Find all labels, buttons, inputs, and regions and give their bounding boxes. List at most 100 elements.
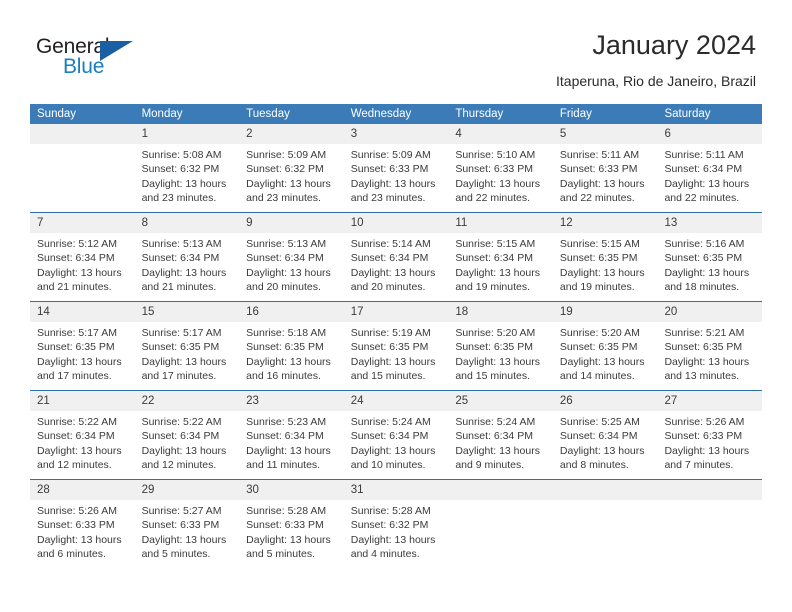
daylight-text-line2: and 18 minutes.: [664, 281, 740, 294]
day-cell[interactable]: Sunrise: 5:12 AM Sunset: 6:34 PM Daylight:…: [30, 233, 135, 301]
day-number[interactable]: 11: [448, 213, 553, 233]
day-number[interactable]: 1: [135, 124, 240, 144]
day-cell[interactable]: Sunrise: 5:19 AM Sunset: 6:35 PM Daylight:…: [344, 322, 449, 390]
day-number[interactable]: 10: [344, 213, 449, 233]
sunrise-text: Sunrise: 5:14 AM: [350, 238, 431, 250]
calendar-week-row: 1 2 3 4 5 6 Sunrise: 5:08 AM Sunset: 6:32 PM Day…: [30, 124, 762, 212]
day-number[interactable]: 22: [135, 391, 240, 411]
day-cell[interactable]: Sunrise: 5:16 AM Sunset: 6:35 PM Daylight:…: [657, 233, 762, 301]
day-number[interactable]: 16: [239, 302, 344, 322]
sunset-text: Sunset: 6:35 PM: [141, 341, 220, 354]
day-cell[interactable]: Sunrise: 5:17 AM Sunset: 6:35 PM Daylight:…: [135, 322, 240, 390]
sunset-text: Sunset: 6:33 PM: [664, 430, 743, 443]
day-cell[interactable]: Sunrise: 5:21 AM Sunset: 6:35 PM Daylight:…: [657, 322, 762, 390]
day-number[interactable]: 9: [239, 213, 344, 233]
daylight-text-line1: Daylight: 13 hours: [246, 177, 331, 190]
sunrise-text: Sunrise: 5:22 AM: [141, 416, 222, 428]
day-number[interactable]: 27: [657, 391, 762, 411]
location-subtitle: Itaperuna, Rio de Janeiro, Brazil: [556, 73, 756, 89]
day-cell[interactable]: Sunrise: 5:26 AM Sunset: 6:33 PM Daylight:…: [30, 500, 135, 572]
day-cell[interactable]: Sunrise: 5:28 AM Sunset: 6:33 PM Daylight:…: [239, 500, 344, 572]
day-number[interactable]: 6: [657, 124, 762, 144]
week-cell-contents: Sunrise: 5:22 AM Sunset: 6:34 PM Daylight:…: [30, 411, 762, 479]
daylight-text-line2: and 6 minutes.: [37, 548, 106, 561]
sunrise-text: Sunrise: 5:11 AM: [559, 149, 640, 161]
daylight-text-line1: Daylight: 13 hours: [350, 266, 436, 279]
day-cell[interactable]: Sunrise: 5:24 AM Sunset: 6:34 PM Daylight:…: [448, 411, 553, 479]
day-number[interactable]: 19: [553, 302, 658, 322]
day-number[interactable]: 4: [448, 124, 553, 144]
day-cell[interactable]: Sunrise: 5:13 AM Sunset: 6:34 PM Daylight:…: [239, 233, 344, 301]
day-number[interactable]: 12: [553, 213, 658, 233]
day-number[interactable]: 3: [344, 124, 449, 144]
day-cell[interactable]: Sunrise: 5:09 AM Sunset: 6:33 PM Daylight:…: [344, 144, 449, 212]
day-cell[interactable]: Sunrise: 5:17 AM Sunset: 6:35 PM Daylight:…: [30, 322, 135, 390]
day-cell[interactable]: Sunrise: 5:11 AM Sunset: 6:34 PM Daylight:…: [657, 144, 762, 212]
daylight-text-line1: Daylight: 13 hours: [141, 177, 227, 190]
sunset-text: Sunset: 6:35 PM: [559, 252, 638, 265]
day-cell[interactable]: Sunrise: 5:08 AM Sunset: 6:32 PM Daylight:…: [135, 144, 240, 212]
day-cell[interactable]: Sunrise: 5:28 AM Sunset: 6:32 PM Daylight:…: [344, 500, 449, 572]
generalblue-logo[interactable]: General Blue: [36, 36, 156, 82]
day-cell[interactable]: Sunrise: 5:10 AM Sunset: 6:33 PM Daylight:…: [448, 144, 553, 212]
day-number[interactable]: 2: [239, 124, 344, 144]
day-number[interactable]: 7: [30, 213, 135, 233]
daylight-text-line1: Daylight: 13 hours: [559, 355, 645, 368]
day-cell[interactable]: Sunrise: 5:18 AM Sunset: 6:35 PM Daylight:…: [239, 322, 344, 390]
day-number[interactable]: 8: [135, 213, 240, 233]
sunset-text: Sunset: 6:34 PM: [141, 430, 220, 443]
day-cell[interactable]: Sunrise: 5:15 AM Sunset: 6:34 PM Daylight:…: [448, 233, 553, 301]
day-cell[interactable]: Sunrise: 5:24 AM Sunset: 6:34 PM Daylight:…: [344, 411, 449, 479]
day-number[interactable]: 24: [344, 391, 449, 411]
day-cell[interactable]: Sunrise: 5:25 AM Sunset: 6:34 PM Daylight:…: [553, 411, 658, 479]
daylight-text-line2: and 20 minutes.: [246, 281, 321, 294]
day-cell[interactable]: Sunrise: 5:13 AM Sunset: 6:34 PM Daylight:…: [135, 233, 240, 301]
day-number-empty: [448, 480, 553, 500]
day-number[interactable]: 20: [657, 302, 762, 322]
day-cell[interactable]: Sunrise: 5:20 AM Sunset: 6:35 PM Daylight:…: [448, 322, 553, 390]
day-number[interactable]: 18: [448, 302, 553, 322]
day-cell[interactable]: Sunrise: 5:11 AM Sunset: 6:33 PM Daylight:…: [553, 144, 658, 212]
day-number[interactable]: 25: [448, 391, 553, 411]
daylight-text-line1: Daylight: 13 hours: [246, 533, 331, 546]
daylight-text-line1: Daylight: 13 hours: [559, 444, 645, 457]
day-number[interactable]: 15: [135, 302, 240, 322]
sunrise-text: Sunrise: 5:28 AM: [246, 505, 327, 517]
week-cell-contents: Sunrise: 5:08 AM Sunset: 6:32 PM Daylight:…: [30, 144, 762, 212]
sunrise-text: Sunrise: 5:11 AM: [664, 149, 744, 161]
day-number[interactable]: 28: [30, 480, 135, 500]
day-cell[interactable]: Sunrise: 5:09 AM Sunset: 6:32 PM Daylight:…: [239, 144, 344, 212]
sunrise-text: Sunrise: 5:20 AM: [455, 327, 536, 339]
daylight-text-line2: and 10 minutes.: [350, 459, 426, 472]
daylight-text-line1: Daylight: 13 hours: [37, 355, 122, 368]
day-number[interactable]: 26: [553, 391, 658, 411]
day-cell-empty: [657, 500, 762, 572]
sunset-text: Sunset: 6:32 PM: [246, 163, 324, 176]
sunrise-text: Sunrise: 5:15 AM: [559, 238, 640, 250]
day-number[interactable]: 30: [239, 480, 344, 500]
day-cell[interactable]: Sunrise: 5:27 AM Sunset: 6:33 PM Daylight:…: [135, 500, 240, 572]
sunrise-text: Sunrise: 5:24 AM: [455, 416, 536, 428]
day-number[interactable]: 23: [239, 391, 344, 411]
sunrise-text: Sunrise: 5:13 AM: [141, 238, 222, 250]
day-cell[interactable]: Sunrise: 5:22 AM Sunset: 6:34 PM Daylight:…: [30, 411, 135, 479]
day-cell[interactable]: Sunrise: 5:15 AM Sunset: 6:35 PM Daylight:…: [553, 233, 658, 301]
day-number[interactable]: 17: [344, 302, 449, 322]
weekday-header-row: Sunday Monday Tuesday Wednesday Thursday…: [30, 104, 762, 124]
day-cell[interactable]: Sunrise: 5:14 AM Sunset: 6:34 PM Daylight:…: [344, 233, 449, 301]
sunset-text: Sunset: 6:35 PM: [350, 341, 429, 354]
day-number[interactable]: 31: [344, 480, 449, 500]
day-cell[interactable]: Sunrise: 5:26 AM Sunset: 6:33 PM Daylight:…: [657, 411, 762, 479]
day-cell[interactable]: Sunrise: 5:23 AM Sunset: 6:34 PM Daylight:…: [239, 411, 344, 479]
day-number[interactable]: 21: [30, 391, 135, 411]
daylight-text-line2: and 19 minutes.: [559, 281, 635, 294]
day-number[interactable]: 13: [657, 213, 762, 233]
day-number[interactable]: 14: [30, 302, 135, 322]
sunrise-text: Sunrise: 5:17 AM: [141, 327, 222, 339]
day-number[interactable]: 5: [553, 124, 658, 144]
sunset-text: Sunset: 6:34 PM: [350, 252, 429, 265]
day-cell[interactable]: Sunrise: 5:20 AM Sunset: 6:35 PM Daylight:…: [553, 322, 658, 390]
sunset-text: Sunset: 6:33 PM: [141, 519, 220, 532]
day-cell[interactable]: Sunrise: 5:22 AM Sunset: 6:34 PM Daylight:…: [135, 411, 240, 479]
day-number[interactable]: 29: [135, 480, 240, 500]
